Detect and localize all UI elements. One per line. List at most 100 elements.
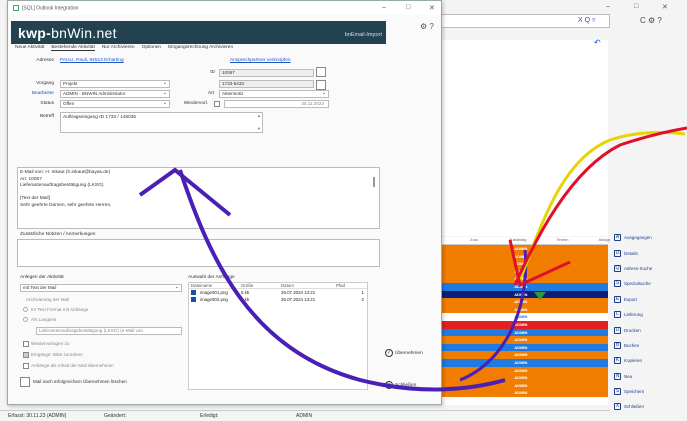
adresse-link[interactable]: PAULI. Pauli, 84513 Erharting — [60, 58, 124, 63]
row-cell — [568, 359, 608, 367]
maximize-icon[interactable]: □ — [634, 3, 638, 10]
table-row[interactable]: ADMIN — [440, 245, 608, 253]
side-action-11[interactable]: X Schließen — [610, 399, 687, 414]
row-cell — [568, 268, 608, 276]
row-label: ADMIN — [514, 344, 528, 350]
back-icon[interactable]: ↶ — [594, 38, 601, 47]
table-row[interactable]: ADMIN — [440, 252, 608, 261]
side-action-6[interactable]: D Drucken — [610, 322, 687, 337]
betreff-field[interactable]: Auftragseingang ID 1733 / 148035 — [60, 112, 263, 133]
side-action-5[interactable]: L Lieferung — [610, 307, 687, 322]
schliessen-button[interactable]: ✕ Schließen — [385, 381, 416, 389]
table-row[interactable]: ADMIN — [440, 275, 608, 283]
main-list-area — [440, 40, 608, 236]
radio-text-format[interactable] — [23, 307, 28, 312]
action-label: Lieferung — [624, 312, 643, 318]
dialog-settings-help-icon[interactable]: ⚙ ? — [420, 22, 434, 31]
notes-field[interactable] — [17, 239, 380, 267]
art-select[interactable]: Aktennotiz — [219, 90, 329, 98]
col-header: Anlage — [598, 237, 611, 242]
row-cell — [440, 298, 480, 306]
table-row[interactable]: ADMIN — [440, 381, 608, 390]
table-row[interactable]: ADMIN — [440, 358, 608, 367]
side-action-1[interactable]: D Details — [610, 245, 687, 260]
table-row[interactable]: ADMIN — [440, 290, 608, 299]
bearbeiter-label[interactable]: Bearbeiter — [8, 91, 54, 96]
row-cell — [527, 382, 567, 390]
body-scrollbar[interactable] — [373, 177, 375, 187]
dialog-minimize-icon[interactable]: – — [382, 4, 386, 11]
action-label: Neu — [624, 373, 633, 379]
id-checkbox[interactable] — [316, 67, 326, 77]
side-action-0[interactable]: A Ausgegangen — [610, 230, 687, 245]
side-action-10[interactable]: S Speichern — [610, 384, 687, 399]
close-icon[interactable]: ✕ — [662, 3, 668, 11]
status-select[interactable]: Offen — [60, 100, 170, 108]
mail-loeschen-checkbox[interactable] — [20, 377, 30, 387]
checkbox-checked-icon[interactable] — [191, 297, 196, 303]
scroll-down-icon[interactable]: ▼ — [257, 126, 261, 131]
row-cell — [527, 275, 567, 283]
table-row[interactable]: ADMIN — [440, 336, 608, 344]
eingaenge-checkbox[interactable] — [23, 352, 29, 358]
settings-help-icon[interactable]: C ⚙ ? — [640, 16, 662, 25]
bearbeiter-select[interactable]: ADMIN - BNWIN Administrator — [60, 90, 170, 98]
wiedervorlage-checkbox[interactable] — [214, 101, 220, 107]
tab-eingangsrechnung[interactable]: Eingangsrechnung Archivieren — [168, 45, 233, 51]
col-header: Termin — [556, 237, 569, 242]
attachment-row[interactable]: image001.png 5 kb 25.07.2024 13:21 1 — [189, 289, 367, 296]
action-label: Schließen — [624, 404, 645, 410]
side-action-9[interactable]: N Neu — [610, 369, 687, 384]
outlook-integration-dialog: [SQL] Outlook Integration – □ ✕ kwp-bnWi… — [7, 0, 442, 405]
scroll-up-icon[interactable]: ▲ — [257, 113, 261, 118]
row-cell — [527, 329, 567, 337]
table-row[interactable]: ADMIN — [440, 260, 608, 268]
radio-langtext[interactable] — [23, 317, 28, 322]
row-label: ADMIN — [514, 276, 528, 282]
id2-checkbox[interactable] — [316, 80, 326, 90]
table-row[interactable]: ADMIN — [440, 351, 608, 359]
side-action-2[interactable]: Q Adress-Suche — [610, 261, 687, 276]
table-row[interactable]: ADMIN — [440, 282, 608, 291]
table-row[interactable]: ADMIN — [440, 328, 608, 337]
wiedervorlage-date[interactable]: 30.11.2023 — [224, 100, 329, 108]
ansprechpartner-link[interactable]: Ansprechpartner verknüpfen — [230, 58, 291, 63]
mail-body[interactable]: E-Mail von: H. Inkaut (h.inkaut@bayas.de… — [17, 167, 380, 229]
anlegen-select[interactable]: mit Text der Mail — [20, 284, 182, 292]
action-icon: S — [614, 280, 621, 288]
vorgang-select[interactable]: Projekt — [60, 80, 170, 88]
checkbox-checked-icon[interactable] — [191, 290, 196, 296]
search-tools-icon[interactable]: X Q ▿ — [578, 16, 596, 24]
dialog-close-icon[interactable]: ✕ — [429, 4, 435, 12]
side-action-8[interactable]: K Kopieren — [610, 353, 687, 368]
minimize-icon[interactable]: – — [606, 3, 610, 10]
row-cell — [440, 313, 480, 321]
lksg-field[interactable]: Lieferantenauftragsbestätigung (LKSG) (e… — [36, 327, 182, 335]
table-row[interactable]: ADMIN — [440, 320, 608, 329]
table-row[interactable]: ADMIN — [440, 366, 608, 375]
table-row[interactable]: ADMIN — [440, 343, 608, 352]
table-row[interactable]: ADMIN — [440, 267, 608, 276]
table-row[interactable]: ADMIN — [440, 298, 608, 306]
table-row[interactable]: ADMIN — [440, 305, 608, 314]
anhaenge-checkbox[interactable] — [23, 363, 29, 369]
wiedervorlage-zu-checkbox[interactable] — [23, 341, 29, 347]
side-action-4[interactable]: E Export — [610, 292, 687, 307]
tab-neue-aktivitaet[interactable]: Neue Aktivität — [15, 45, 44, 51]
action-icon: D — [614, 326, 621, 334]
col-groesse: Größe — [241, 283, 254, 288]
row-label: ADMIN — [514, 246, 528, 251]
attachment-row[interactable]: image002.png 1 kb 25.07.2024 13:21 2 — [189, 296, 367, 303]
table-row[interactable]: ADMIN — [440, 389, 608, 397]
tab-optionen[interactable]: Optionen — [142, 45, 161, 51]
dialog-maximize-icon[interactable]: □ — [406, 4, 410, 11]
side-action-3[interactable]: S Spezialsuche — [610, 276, 687, 291]
tab-bestehende-aktivitaet[interactable]: Bestehende Aktivität — [51, 45, 95, 51]
row-cell — [527, 260, 567, 268]
table-row[interactable]: ADMIN — [440, 374, 608, 382]
uebernehmen-button[interactable]: ✓ Übernehmen — [385, 349, 423, 357]
table-row[interactable]: ADMIN — [440, 313, 608, 321]
tab-nur-archivieren[interactable]: Nur Archivieren — [102, 45, 135, 51]
row-cell — [568, 253, 608, 261]
side-action-7[interactable]: B Buchen — [610, 338, 687, 353]
